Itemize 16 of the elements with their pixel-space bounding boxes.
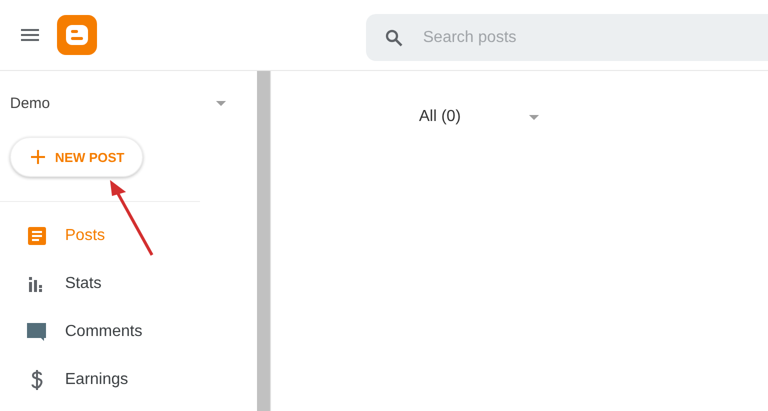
dropdown-caret-icon[interactable] — [528, 114, 539, 120]
blog-name[interactable]: Demo — [10, 95, 50, 112]
search-field[interactable]: Search posts — [366, 14, 768, 61]
dollar-icon — [31, 370, 43, 390]
comment-icon — [27, 322, 47, 342]
nav-item[interactable]: Stats — [0, 260, 257, 308]
nav-item[interactable]: Comments — [0, 308, 257, 356]
filter-dropdown[interactable]: All (0) — [419, 108, 461, 126]
bar-chart-icon — [29, 276, 45, 292]
scrollbar[interactable] — [257, 71, 271, 411]
nav-item[interactable]: Earnings — [0, 356, 257, 404]
logo-icon[interactable] — [57, 15, 97, 55]
plus-icon — [31, 150, 45, 164]
menu-icon[interactable] — [21, 29, 39, 41]
dropdown-caret-icon[interactable] — [216, 101, 226, 106]
document-icon — [28, 227, 46, 245]
